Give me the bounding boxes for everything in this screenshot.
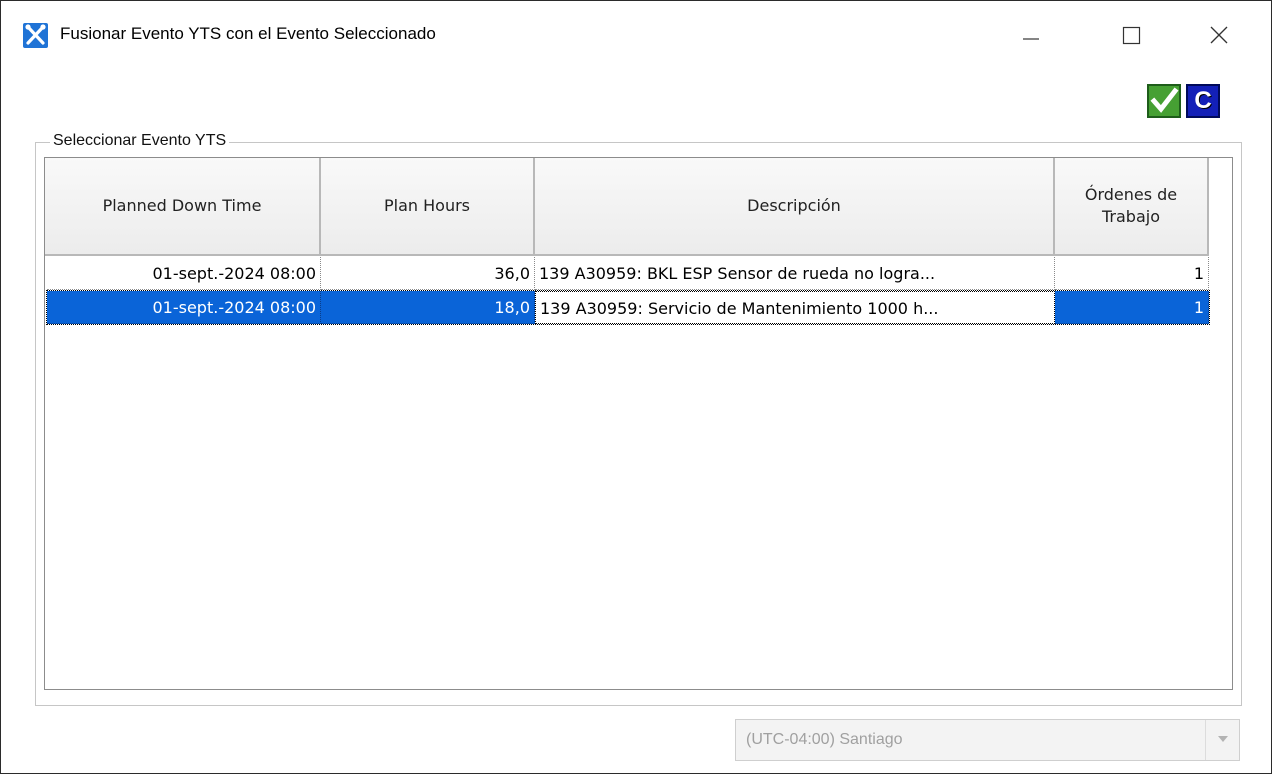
column-header-description[interactable]: Descripción <box>535 158 1055 256</box>
cell-work-orders[interactable]: 1 <box>1055 257 1209 290</box>
column-header-label: Órdenes de Trabajo <box>1084 185 1178 226</box>
column-header-label: Descripción <box>747 196 841 215</box>
cancel-button[interactable]: C <box>1186 84 1220 118</box>
window-title: Fusionar Evento YTS con el Evento Selecc… <box>60 24 436 43</box>
close-icon <box>1210 26 1228 44</box>
table-row[interactable]: 01-sept.-2024 08:00 36,0 139 A30959: BKL… <box>47 257 1209 290</box>
cell-planned-down-time[interactable]: 01-sept.-2024 08:00 <box>47 257 321 290</box>
column-header-planned-down-time[interactable]: Planned Down Time <box>45 158 321 256</box>
table-row-selected[interactable]: 01-sept.-2024 08:00 18,0 139 A30959: Ser… <box>46 290 1210 325</box>
column-header-label: Planned Down Time <box>102 196 262 215</box>
tools-icon <box>23 23 48 48</box>
maximize-icon <box>1122 26 1141 45</box>
events-grid[interactable]: Planned Down Time Plan Hours Descripción… <box>44 157 1233 690</box>
column-header-plan-hours[interactable]: Plan Hours <box>321 158 535 256</box>
cell-planned-down-time[interactable]: 01-sept.-2024 08:00 <box>47 291 321 324</box>
maximize-button[interactable] <box>1109 15 1153 55</box>
cell-plan-hours[interactable]: 18,0 <box>321 291 535 324</box>
confirm-button[interactable] <box>1147 84 1181 118</box>
checkmark-icon <box>1150 87 1179 113</box>
cell-description[interactable]: 139 A30959: BKL ESP Sensor de rueda no l… <box>535 257 1055 290</box>
cell-plan-hours[interactable]: 36,0 <box>321 257 535 290</box>
minimize-button[interactable] <box>1009 15 1053 55</box>
column-header-label: Plan Hours <box>384 196 470 215</box>
chevron-down-icon <box>1217 736 1228 742</box>
title-bar: Fusionar Evento YTS con el Evento Selecc… <box>1 1 1273 69</box>
close-button[interactable] <box>1197 15 1241 55</box>
dialog-window: Fusionar Evento YTS con el Evento Selecc… <box>0 0 1272 774</box>
cancel-button-label: C <box>1194 87 1212 114</box>
timezone-value: (UTC-04:00) Santiago <box>746 731 903 748</box>
cell-work-orders[interactable]: 1 <box>1055 291 1209 324</box>
groupbox-legend: Seleccionar Evento YTS <box>50 132 230 150</box>
cell-description[interactable]: 139 A30959: Servicio de Mantenimiento 10… <box>535 291 1055 324</box>
timezone-select[interactable]: (UTC-04:00) Santiago <box>735 719 1240 761</box>
column-header-work-orders[interactable]: Órdenes de Trabajo <box>1055 158 1209 256</box>
timezone-dropdown-button[interactable] <box>1205 720 1239 760</box>
minimize-icon <box>1023 38 1039 40</box>
